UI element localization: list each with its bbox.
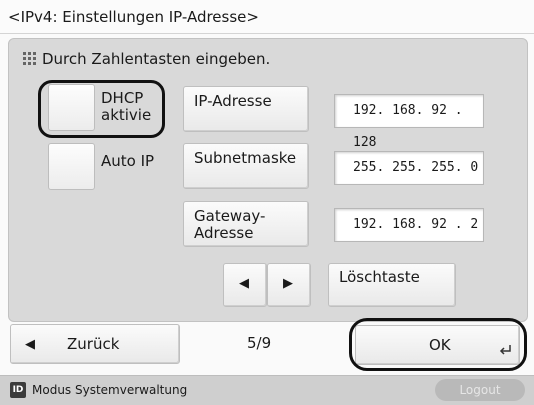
- clear-label: Löschtaste: [339, 268, 420, 286]
- back-label: Zurück: [67, 335, 120, 353]
- ok-label: OK: [429, 336, 451, 354]
- ok-button[interactable]: OK: [355, 325, 520, 365]
- status-bar: ID Modus Systemverwaltung Logout: [0, 375, 534, 405]
- arrow-left-icon: ◀: [239, 276, 249, 291]
- keypad-icon: [22, 51, 38, 67]
- clear-button[interactable]: Löschtaste: [328, 263, 456, 307]
- auto-ip-toggle[interactable]: [48, 143, 95, 190]
- screen: <IPv4: Einstellungen IP-Adresse> Durch Z…: [0, 0, 534, 405]
- ip-address-field[interactable]: 192. 168. 92 . 128: [334, 94, 484, 150]
- cursor-right-button[interactable]: ▶: [267, 263, 311, 307]
- instruction-text: Durch Zahlentasten eingeben.: [42, 50, 271, 68]
- back-arrow-icon: ◀: [25, 337, 35, 352]
- status-text: Modus Systemverwaltung: [32, 383, 188, 397]
- gateway-label: Gateway- Adresse: [194, 207, 266, 242]
- auto-ip-label: Auto IP: [101, 152, 155, 170]
- enter-icon: [499, 341, 513, 360]
- gateway-field[interactable]: 192. 168. 92 . 2: [334, 208, 484, 242]
- gateway-button[interactable]: Gateway- Adresse: [183, 201, 309, 247]
- window-title: <IPv4: Einstellungen IP-Adresse>: [0, 0, 534, 34]
- cursor-left-button[interactable]: ◀: [223, 263, 267, 307]
- instruction: Durch Zahlentasten eingeben.: [22, 48, 270, 70]
- ip-address-label: IP-Adresse: [194, 92, 272, 110]
- arrow-right-icon: ▶: [283, 276, 293, 291]
- id-icon: ID: [10, 382, 26, 398]
- back-button[interactable]: ◀ Zurück: [10, 324, 180, 364]
- subnet-mask-field[interactable]: 255. 255. 255. 0: [334, 151, 484, 185]
- dhcp-toggle[interactable]: [48, 84, 95, 131]
- dhcp-label: DHCP aktivie: [101, 89, 152, 124]
- logout-button[interactable]: Logout: [435, 379, 525, 401]
- subnet-mask-button[interactable]: Subnetmaske: [183, 143, 309, 189]
- ip-address-button[interactable]: IP-Adresse: [183, 86, 309, 132]
- subnet-mask-label: Subnetmaske: [194, 149, 297, 167]
- page-indicator: 5/9: [247, 334, 272, 352]
